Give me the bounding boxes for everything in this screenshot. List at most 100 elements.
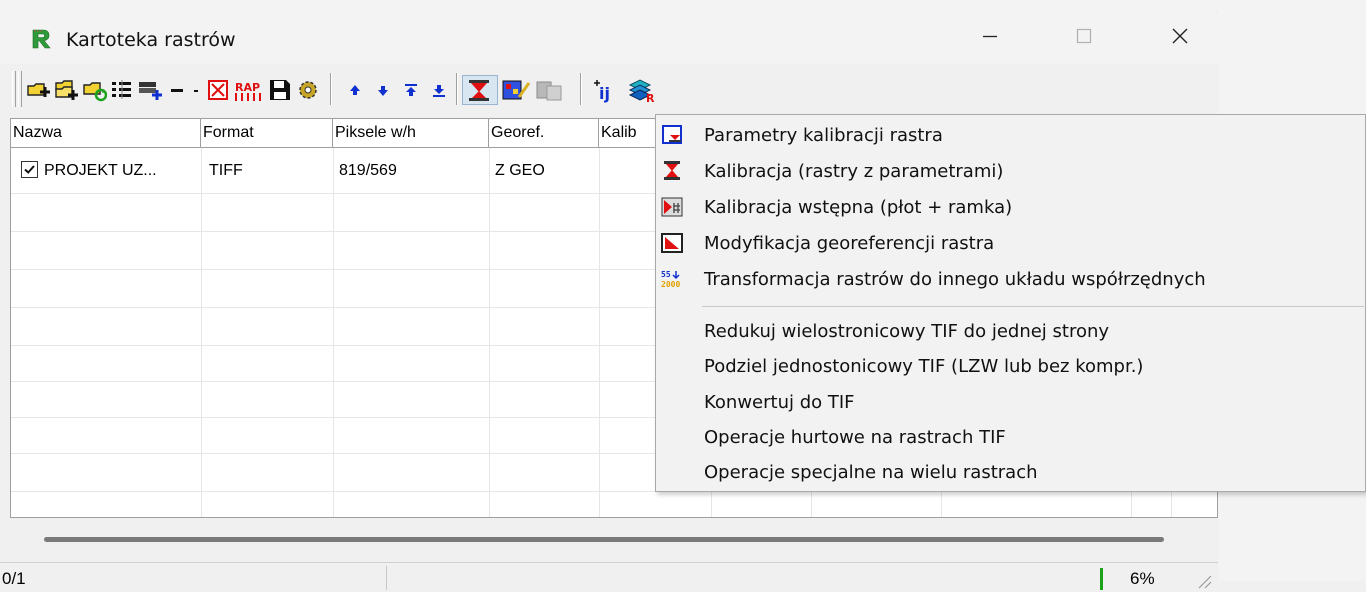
column-header-pixels[interactable]: Piksele w/h <box>333 119 489 148</box>
menu-item-batch-tif-operations[interactable]: Operacje hurtowe na rastrach TIF <box>656 420 1365 454</box>
grid-line <box>599 148 600 517</box>
svg-text:RAP: RAP <box>235 81 260 94</box>
menu-item-transform[interactable]: 55 2000 Transformacja rastrów do innego … <box>656 262 1365 296</box>
delete-raster-button[interactable] <box>204 75 232 105</box>
raster-properties-button[interactable] <box>108 75 136 105</box>
add-rasters-folder-icon <box>55 80 78 100</box>
status-divider <box>386 566 387 590</box>
raster-name: PROJEKT UZ... <box>44 162 157 179</box>
add-raster-icon <box>27 83 50 97</box>
calibration-menu-button[interactable] <box>462 75 498 105</box>
georef-modify-icon <box>661 233 683 253</box>
menu-item-calibration[interactable]: Kalibracja (rastry z parametrami) <box>656 154 1365 188</box>
menu-separator <box>702 306 1364 307</box>
menu-item-label: Kalibracja (rastry z parametrami) <box>704 160 1004 182</box>
pre-calibration-icon <box>661 197 683 217</box>
menu-item-calibration-params[interactable]: Parametry kalibracji rastra <box>656 118 1365 152</box>
menu-item-convert-to-tif[interactable]: Konwertuj do TIF <box>656 385 1365 419</box>
calibration-params-icon <box>661 125 683 145</box>
refresh-raster-icon <box>83 82 107 102</box>
background-top <box>0 0 1218 10</box>
transform-icon: 55 2000 <box>661 269 683 289</box>
remove-button[interactable] <box>166 75 188 105</box>
raster-properties-icon <box>112 80 131 99</box>
menu-item-label: Redukuj wielostronicowy TIF do jednej st… <box>704 320 1110 342</box>
add-layer-button[interactable] <box>136 75 164 105</box>
move-top-icon <box>405 84 417 96</box>
title-bar[interactable]: Kartoteka rastrów <box>0 10 1218 64</box>
calibration-icon <box>661 161 683 181</box>
toolbar-grip[interactable] <box>12 71 16 107</box>
toolbar-separator <box>330 73 332 105</box>
minimize-icon <box>983 35 997 38</box>
toolbar-grip-2[interactable] <box>18 71 22 107</box>
raster-format: TIFF <box>209 162 243 179</box>
edit-raster-button[interactable] <box>500 75 532 105</box>
resize-grip-icon[interactable] <box>1196 573 1212 589</box>
menu-item-label: Transformacja rastrów do innego układu w… <box>704 268 1206 290</box>
close-button[interactable] <box>1150 16 1210 56</box>
grid-line <box>333 148 334 517</box>
menu-item-label: Operacje specjalne na wielu rastrach <box>704 461 1038 483</box>
raster-layers-icon: R <box>628 79 655 103</box>
add-rasters-folder-button[interactable] <box>52 75 80 105</box>
copy-raster-button[interactable] <box>534 75 566 105</box>
settings-button[interactable] <box>294 75 322 105</box>
grid-line <box>201 148 202 517</box>
toolbar-separator-3 <box>580 73 582 105</box>
row-checkbox[interactable] <box>21 160 38 178</box>
dropdown-arrow-icon <box>194 90 198 92</box>
menu-item-split-tif[interactable]: Podziel jednostonicowy TIF (LZW lub bez … <box>656 349 1365 383</box>
column-header-georef[interactable]: Georef. <box>489 119 599 148</box>
scrollbar-thumb[interactable] <box>44 537 1164 542</box>
dropdown-button[interactable] <box>188 75 204 105</box>
rap-icon: RAP <box>235 81 261 101</box>
menu-item-label: Parametry kalibracji rastra <box>704 124 943 146</box>
status-count: 0/1 <box>2 569 26 588</box>
save-icon <box>270 80 290 100</box>
svg-text:R: R <box>646 92 655 103</box>
menu-item-reduce-multipage-tif[interactable]: Redukuj wielostronicowy TIF do jednej st… <box>656 314 1365 348</box>
toolbar-separator-2 <box>456 73 458 105</box>
maximize-icon <box>1076 28 1092 44</box>
settings-gear-icon <box>299 81 317 99</box>
column-header-format[interactable]: Format <box>201 119 333 148</box>
table-row-name-cell[interactable]: PROJEKT UZ... <box>11 156 201 185</box>
remove-icon <box>171 89 183 92</box>
grid-line <box>489 148 490 517</box>
copy-raster-icon <box>536 81 562 101</box>
menu-item-pre-calibration[interactable]: Kalibracja wstępna (płot + ramka) <box>656 190 1365 224</box>
close-icon <box>1172 28 1188 44</box>
maximize-button[interactable] <box>1054 16 1114 56</box>
minimize-button[interactable] <box>960 16 1020 56</box>
save-button[interactable] <box>266 75 294 105</box>
status-percent: 6% <box>1130 569 1155 588</box>
app-r-icon <box>30 28 52 50</box>
raster-pixels: 819/569 <box>339 162 397 179</box>
progress-indicator <box>1100 568 1103 590</box>
refresh-raster-button[interactable] <box>80 75 108 105</box>
raster-georef: Z GEO <box>495 162 545 179</box>
move-up-icon <box>350 85 360 95</box>
ij-button[interactable]: ij <box>590 75 622 105</box>
rap-button[interactable]: RAP <box>232 75 266 105</box>
ij-icon: ij <box>594 80 610 103</box>
move-bottom-button[interactable] <box>428 75 450 105</box>
raster-layers-button[interactable]: R <box>626 75 658 105</box>
window-title: Kartoteka rastrów <box>66 29 236 51</box>
move-top-button[interactable] <box>400 75 422 105</box>
move-down-button[interactable] <box>372 75 394 105</box>
svg-text:ij: ij <box>599 84 610 103</box>
menu-item-label: Operacje hurtowe na rastrach TIF <box>704 426 1006 448</box>
move-up-button[interactable] <box>344 75 366 105</box>
menu-item-georef-modify[interactable]: Modyfikacja georeferencji rastra <box>656 226 1365 260</box>
menu-item-special-operations[interactable]: Operacje specjalne na wielu rastrach <box>656 455 1365 489</box>
add-layer-icon <box>139 82 162 100</box>
menu-item-label: Konwertuj do TIF <box>704 391 855 413</box>
horizontal-scrollbar[interactable] <box>10 518 1218 562</box>
move-bottom-icon <box>433 85 445 97</box>
calibration-menu-icon <box>469 80 489 101</box>
svg-text:2000: 2000 <box>661 280 680 289</box>
add-raster-button[interactable] <box>24 75 52 105</box>
column-header-name[interactable]: Nazwa <box>11 119 201 148</box>
